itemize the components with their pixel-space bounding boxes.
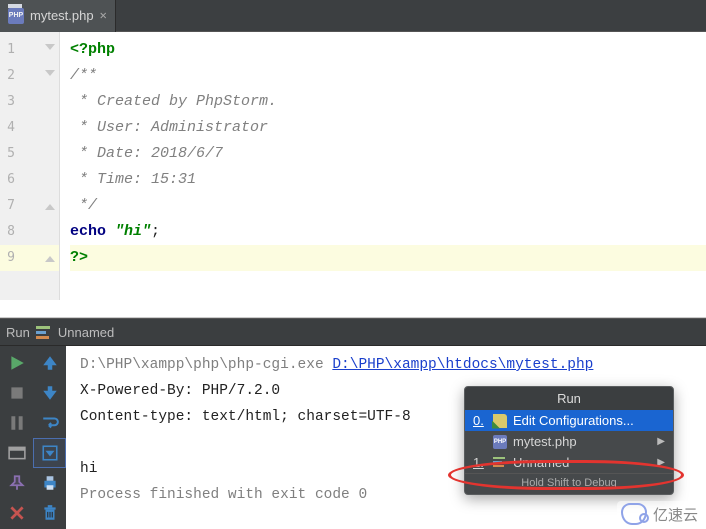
print-button[interactable] <box>33 468 66 498</box>
popup-item-label: Edit Configurations... <box>513 413 634 428</box>
code-line: ?> <box>70 245 706 271</box>
run-popup-item-unnamed[interactable]: 1. Unnamed ▶ <box>465 452 673 473</box>
editor-footer-strip <box>0 300 706 318</box>
run-config-icon <box>493 457 507 469</box>
run-panel-header[interactable]: Run Unnamed <box>0 318 706 346</box>
line-number: 8 <box>0 219 59 245</box>
line-number: 2 <box>0 63 59 89</box>
stop-button[interactable] <box>0 378 33 408</box>
run-toolbar <box>0 346 66 529</box>
run-popup: Run 0. Edit Configurations... PHP mytest… <box>464 386 674 495</box>
line-number: 5 <box>0 141 59 167</box>
code-area[interactable]: <?php /** * Created by PhpStorm. * User:… <box>60 32 706 300</box>
line-number: 4 <box>0 115 59 141</box>
run-config-icon <box>36 326 52 338</box>
line-number: 7 <box>0 193 59 219</box>
scroll-to-end-button[interactable] <box>33 438 66 468</box>
run-button[interactable] <box>0 348 33 378</box>
run-popup-footer: Hold Shift to Debug <box>465 473 673 494</box>
php-file-icon: PHP <box>8 8 24 24</box>
watermark-text: 亿速云 <box>653 504 698 525</box>
submenu-arrow-icon: ▶ <box>657 457 665 468</box>
line-number: 3 <box>0 89 59 115</box>
pin-tab-button[interactable] <box>0 468 33 498</box>
file-tab-label: mytest.php <box>30 8 94 23</box>
soft-wrap-button[interactable] <box>33 408 66 438</box>
run-panel-title: Run <box>6 325 30 340</box>
popup-item-index: 0. <box>473 413 487 428</box>
pause-button[interactable] <box>0 408 33 438</box>
trash-button[interactable] <box>33 498 66 528</box>
fold-icon[interactable] <box>45 70 55 80</box>
file-tab-mytest[interactable]: PHP mytest.php ✕ <box>0 0 116 32</box>
fold-icon[interactable] <box>45 200 55 210</box>
code-line: * User: Administrator <box>70 115 706 141</box>
code-line: * Created by PhpStorm. <box>70 89 706 115</box>
code-line: /** <box>70 63 706 89</box>
run-popup-title: Run <box>465 387 673 410</box>
code-editor[interactable]: 1 2 3 4 5 6 7 8 9 <?php /** * Created by… <box>0 32 706 300</box>
fold-icon[interactable] <box>45 44 55 54</box>
line-number: 1 <box>0 37 59 63</box>
edit-configurations-icon <box>493 414 507 428</box>
popup-item-label: Unnamed <box>513 455 569 470</box>
submenu-arrow-icon: ▶ <box>657 436 665 447</box>
php-file-icon: PHP <box>493 435 507 449</box>
console-line: D:\PHP\xampp\php\php-cgi.exe D:\PHP\xamp… <box>80 352 692 378</box>
watermark: 亿速云 <box>617 501 702 527</box>
run-popup-item-mytest[interactable]: PHP mytest.php ▶ <box>465 431 673 452</box>
line-number: 9 <box>0 245 59 271</box>
code-line: * Time: 15:31 <box>70 167 706 193</box>
up-stack-button[interactable] <box>33 348 66 378</box>
watermark-logo-icon <box>621 503 647 525</box>
editor-gutter: 1 2 3 4 5 6 7 8 9 <box>0 32 60 300</box>
line-number: 6 <box>0 167 59 193</box>
code-line: <?php <box>70 37 706 63</box>
editor-tab-bar: PHP mytest.php ✕ <box>0 0 706 32</box>
close-button[interactable] <box>0 498 33 528</box>
file-link[interactable]: D:\PHP\xampp\htdocs\mytest.php <box>332 357 593 373</box>
run-popup-item-edit[interactable]: 0. Edit Configurations... <box>465 410 673 431</box>
code-line: */ <box>70 193 706 219</box>
run-panel-config-name: Unnamed <box>58 325 114 340</box>
code-line: * Date: 2018/6/7 <box>70 141 706 167</box>
down-stack-button[interactable] <box>33 378 66 408</box>
popup-item-index: 1. <box>473 455 487 470</box>
close-icon[interactable]: ✕ <box>100 8 107 23</box>
layout-button[interactable] <box>0 438 33 468</box>
code-line: echo "hi"; <box>70 219 706 245</box>
popup-item-label: mytest.php <box>513 434 577 449</box>
fold-icon[interactable] <box>45 252 55 262</box>
